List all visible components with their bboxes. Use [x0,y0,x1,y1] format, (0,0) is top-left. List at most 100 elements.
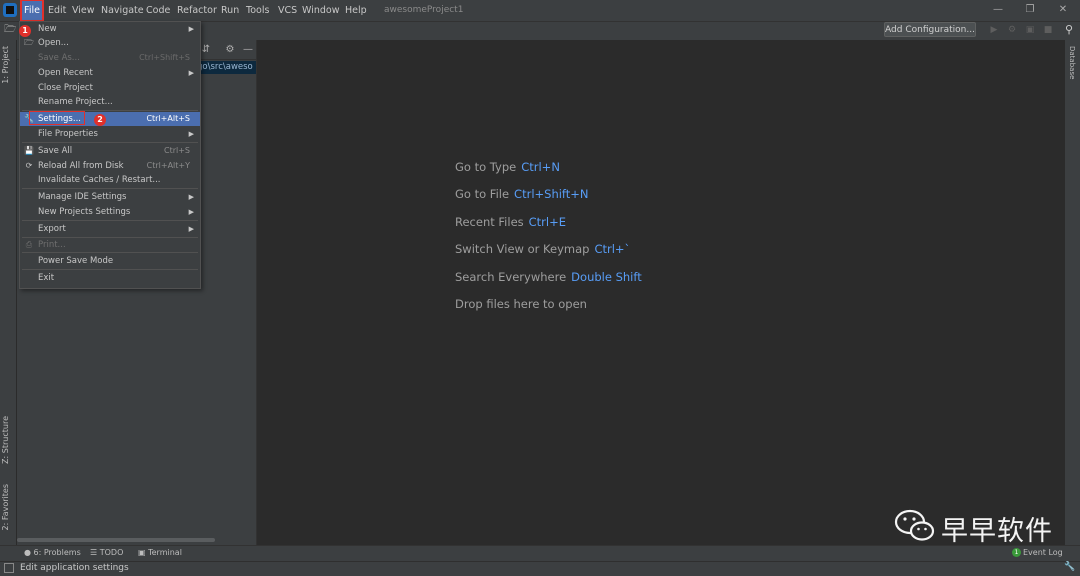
menu-item-save-all[interactable]: 💾 Save All Ctrl+S [20,144,200,158]
menu-item-export[interactable]: Export ▶ [20,222,200,236]
menu-item-label: Open Recent [38,68,93,78]
hint-shortcut: Ctrl+E [528,215,567,229]
wrench-icon[interactable]: 🔧 [1064,562,1076,574]
step-2-badge: 2 [94,114,106,126]
horizontal-scrollbar[interactable] [17,538,215,542]
restore-icon[interactable]: ❐ [1020,2,1040,18]
hint-text: Search Everywhere [455,270,567,284]
menu-item-label: Rename Project... [38,97,113,107]
editor-area [257,40,1064,545]
hint-drop-files: Drop files here to open [455,297,587,311]
submenu-arrow-icon: ▶ [188,225,194,233]
run-icon[interactable]: ▶ [988,24,1000,36]
tab-favorites[interactable]: 2: Favorites [1,484,10,530]
stop-icon[interactable]: ■ [1042,24,1054,36]
menu-item-label: Close Project [38,83,93,93]
menu-vcs[interactable]: VCS [278,0,297,21]
menu-item-shortcut: Ctrl+Alt+S [146,114,190,123]
menu-run[interactable]: Run [221,0,239,21]
menu-item-label: Reload All from Disk [38,161,124,171]
menu-item-reload-all[interactable]: ⟳ Reload All from Disk Ctrl+Alt+Y [20,159,200,173]
project-tree-path[interactable]: go\src\aweso [197,61,256,74]
menu-item-shortcut: Ctrl+S [163,146,190,155]
toggle-tool-windows-icon[interactable] [4,563,14,573]
tab-todo-label: TODO [99,548,124,557]
menu-file[interactable]: File [20,0,44,22]
menu-item-open-recent[interactable]: Open Recent ▶ [20,66,200,80]
tab-problems-label: 6: Problems [33,548,81,557]
tab-terminal-label: Terminal [148,548,182,557]
menu-view[interactable]: View [72,0,95,21]
menu-item-new[interactable]: New ▶ [20,22,200,36]
menu-window[interactable]: Window [302,0,339,21]
menu-separator [22,220,198,221]
hint-text: Drop files here to open [455,297,587,311]
menu-bar: File Edit View Navigate Code Refactor Ru… [0,0,1080,22]
tab-problems[interactable]: ● 6: Problems [24,548,81,557]
menu-item-new-projects-settings[interactable]: New Projects Settings ▶ [20,205,200,219]
tab-terminal[interactable]: ▣ Terminal [138,548,182,557]
folder-icon[interactable]: 🗁 [4,24,17,35]
menu-item-label: Print... [38,240,66,250]
hint-shortcut: Double Shift [571,270,642,284]
debug-icon[interactable]: ⚙ [1006,24,1018,36]
tab-database[interactable]: Database [1068,46,1076,79]
menu-item-exit[interactable]: Exit [20,271,200,285]
gear-icon[interactable]: ⚙ [224,44,236,56]
coverage-icon[interactable]: ▣ [1024,24,1036,36]
menu-navigate[interactable]: Navigate [101,0,144,21]
menu-item-shortcut: Ctrl+Shift+S [139,53,190,62]
menu-item-manage-ide-settings[interactable]: Manage IDE Settings ▶ [20,190,200,204]
add-configuration-button[interactable]: Add Configuration... [884,22,976,37]
folder-open-icon: 🗁 [24,38,34,47]
menu-item-rename-project[interactable]: Rename Project... [20,95,200,109]
problems-icon: ● [24,548,31,557]
menu-item-close-project[interactable]: Close Project [20,81,200,95]
collapse-all-icon[interactable]: ⇵ [200,44,212,56]
hint-text: Recent Files [455,215,524,229]
hide-panel-icon[interactable]: — [242,44,254,56]
hint-shortcut: Ctrl+N [521,160,560,174]
left-tool-strip: 1: Project Z: Structure 2: Favorites [0,40,17,545]
tab-project[interactable]: 1: Project [1,46,10,84]
tab-todo[interactable]: ☰ TODO [90,548,123,557]
menu-item-open[interactable]: 🗁 Open... [20,36,200,50]
right-tool-strip: Database [1064,40,1080,545]
menu-item-label: Exit [38,273,55,283]
file-menu-dropdown: New ▶ 🗁 Open... Save As... Ctrl+Shift+S Ope… [19,21,201,289]
menu-item-invalidate-caches[interactable]: Invalidate Caches / Restart... [20,173,200,187]
settings-highlight-box [29,111,85,125]
menu-edit[interactable]: Edit [48,0,66,21]
menu-item-label: Save As... [38,53,80,63]
menu-code[interactable]: Code [146,0,170,21]
window-title: awesomeProject1 [384,5,464,15]
close-icon[interactable]: ✕ [1053,2,1073,18]
menu-tools[interactable]: Tools [246,0,269,21]
menu-item-label: File Properties [38,129,98,139]
wechat-logo-icon [894,509,935,541]
event-log-tab[interactable]: 1 Event Log [1012,548,1063,557]
hint-search-everywhere: Search Everywhere Double Shift [455,270,642,284]
menu-item-label: New Projects Settings [38,207,131,217]
save-icon: 💾 [24,146,34,155]
menu-item-save-as[interactable]: Save As... Ctrl+Shift+S [20,51,200,65]
search-icon[interactable]: ⚲ [1062,23,1076,37]
menu-refactor[interactable]: Refactor [177,0,217,21]
hint-recent-files: Recent Files Ctrl+E [455,215,566,229]
menu-item-print[interactable]: ⎙ Print... [20,238,200,252]
hint-shortcut: Ctrl+` [594,242,631,256]
menu-separator [22,142,198,143]
menu-separator [22,252,198,253]
watermark: 早早软件 [893,507,1052,547]
menu-item-label: Manage IDE Settings [38,192,127,202]
hint-go-to-type: Go to Type Ctrl+N [455,160,560,174]
tab-structure[interactable]: Z: Structure [1,416,10,464]
menu-item-file-properties[interactable]: File Properties ▶ [20,127,200,141]
hint-switch-view: Switch View or Keymap Ctrl+` [455,242,630,256]
menu-item-power-save-mode[interactable]: Power Save Mode [20,254,200,268]
menu-help[interactable]: Help [345,0,367,21]
reload-icon: ⟳ [25,161,33,170]
print-icon: ⎙ [25,240,33,249]
minimize-icon[interactable]: — [988,2,1008,18]
hint-text: Go to Type [455,160,517,174]
